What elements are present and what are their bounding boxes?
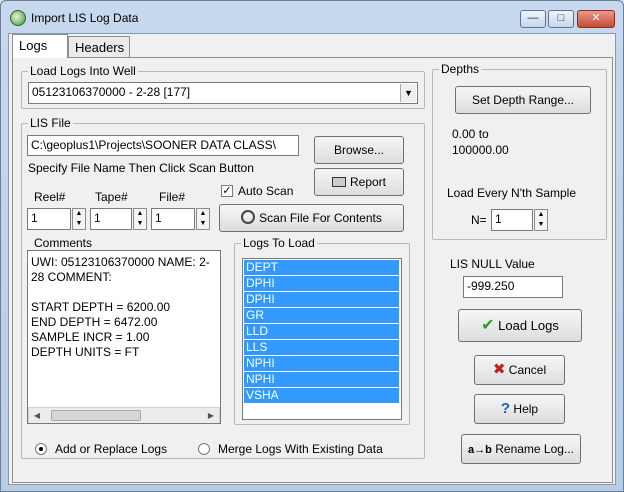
spin-down-icon[interactable]: ▼ xyxy=(535,220,547,230)
comment-line: END DEPTH = 6472.00 xyxy=(31,315,158,329)
app-icon xyxy=(10,10,26,26)
help-button[interactable]: ? Help xyxy=(474,394,565,424)
close-button[interactable]: ✕ xyxy=(577,10,615,28)
list-item[interactable]: DEPT xyxy=(243,259,400,276)
add-replace-label: Add or Replace Logs xyxy=(55,442,168,456)
comments-label: Comments xyxy=(34,236,93,250)
list-item[interactable]: LLS xyxy=(244,340,399,355)
list-item[interactable]: NPHI xyxy=(244,372,399,387)
chevron-down-icon[interactable]: ▼ xyxy=(400,84,416,102)
tab-headers[interactable]: Headers xyxy=(68,36,130,58)
lis-file-group: LIS File C:\geoplus1\Projects\SOONER DAT… xyxy=(21,116,425,459)
spin-down-icon[interactable]: ▼ xyxy=(134,219,146,229)
well-select[interactable]: 05123106370000 - 2-28 [177] xyxy=(28,82,418,104)
n-sample-input[interactable]: 1 xyxy=(491,209,533,231)
reel-input[interactable]: 1 xyxy=(27,208,71,230)
rename-log-button[interactable]: a→b Rename Log... xyxy=(461,434,581,464)
file-input[interactable]: 1 xyxy=(151,208,195,230)
spin-down-icon[interactable]: ▼ xyxy=(73,219,85,229)
rename-log-button-label: Rename Log... xyxy=(495,442,574,456)
help-button-label: Help xyxy=(513,402,539,416)
printer-icon xyxy=(331,177,346,187)
scan-icon xyxy=(241,210,256,224)
cancel-button-label: Cancel xyxy=(508,363,547,377)
null-value-label: LIS NULL Value xyxy=(450,257,535,271)
scan-file-button-label: Scan File For Contents xyxy=(259,211,382,225)
merge-radio[interactable] xyxy=(198,443,210,455)
reel-label: Reel# xyxy=(34,190,66,204)
list-item[interactable]: LLD xyxy=(244,324,399,339)
maximize-button[interactable]: □ xyxy=(548,10,574,28)
file-hint-text: Specify File Name Then Click Scan Button xyxy=(28,161,254,175)
minimize-button[interactable]: — xyxy=(520,10,546,28)
n-sample-spinner[interactable]: ▲ ▼ xyxy=(534,209,548,231)
question-icon: ? xyxy=(500,400,511,417)
horizontal-scrollbar[interactable]: ◀ ▶ xyxy=(28,407,220,423)
lis-file-path-input[interactable]: C:\geoplus1\Projects\SOONER DATA CLASS\ xyxy=(27,135,299,156)
logs-to-load-label: Logs To Load xyxy=(241,236,317,250)
scroll-left-icon[interactable]: ◀ xyxy=(29,408,45,423)
browse-button[interactable]: Browse... xyxy=(314,136,404,164)
depth-range-end: 100000.00 xyxy=(452,143,509,157)
file-label: File# xyxy=(159,190,186,204)
list-item[interactable]: VSHA xyxy=(244,388,399,403)
well-select-value: 05123106370000 - 2-28 [177] xyxy=(32,85,191,99)
spin-up-icon[interactable]: ▲ xyxy=(197,209,209,219)
reel-spinner[interactable]: ▲ ▼ xyxy=(72,208,86,230)
depth-range-start: 0.00 to xyxy=(452,127,489,141)
load-logs-button-label: Load Logs xyxy=(498,318,559,333)
report-button[interactable]: Report xyxy=(314,168,404,196)
list-item[interactable]: DPHI xyxy=(244,276,399,291)
comment-line: SAMPLE INCR = 1.00 xyxy=(31,330,150,344)
spin-up-icon[interactable]: ▲ xyxy=(134,209,146,219)
set-depth-range-button[interactable]: Set Depth Range... xyxy=(455,86,591,114)
scrollbar-thumb[interactable] xyxy=(51,410,141,421)
title-bar[interactable]: Import LIS Log Data — □ ✕ xyxy=(1,1,623,33)
checkmark-icon: ✔ xyxy=(481,317,495,334)
auto-scan-label: Auto Scan xyxy=(238,184,294,198)
load-logs-button[interactable]: ✔ Load Logs xyxy=(458,309,582,342)
x-icon: ✖ xyxy=(492,361,506,378)
scan-file-button[interactable]: Scan File For Contents xyxy=(219,204,404,232)
spin-up-icon[interactable]: ▲ xyxy=(73,209,85,219)
logs-list[interactable]: DEPT DPHI DPHI GR LLD LLS NPHI NPHI VSHA xyxy=(242,258,402,420)
load-into-well-group: Load Logs Into Well 05123106370000 - 2-2… xyxy=(21,64,425,109)
import-lis-dialog: Import LIS Log Data — □ ✕ Logs Headers L… xyxy=(0,0,624,492)
n-label: N= xyxy=(471,213,487,227)
logs-to-load-group: Logs To Load DEPT DPHI DPHI GR LLD LLS N… xyxy=(234,236,410,425)
comment-line: DEPTH UNITS = FT xyxy=(31,345,140,359)
tape-input[interactable]: 1 xyxy=(90,208,132,230)
window-title: Import LIS Log Data xyxy=(31,11,139,25)
comment-line: START DEPTH = 6200.00 xyxy=(31,300,171,314)
scroll-right-icon[interactable]: ▶ xyxy=(203,408,219,423)
tape-label: Tape# xyxy=(95,190,128,204)
depths-group: Depths Set Depth Range... 0.00 to 100000… xyxy=(432,62,607,240)
list-item[interactable]: NPHI xyxy=(244,356,399,371)
tab-logs[interactable]: Logs xyxy=(12,34,68,58)
merge-label: Merge Logs With Existing Data xyxy=(218,442,383,456)
dialog-client-area: Logs Headers Load Logs Into Well 0512310… xyxy=(8,33,616,485)
tape-spinner[interactable]: ▲ ▼ xyxy=(133,208,147,230)
add-replace-radio[interactable] xyxy=(35,443,47,455)
tab-panel-logs: Load Logs Into Well 05123106370000 - 2-2… xyxy=(12,57,613,483)
comment-line: 28 COMMENT: xyxy=(31,270,112,284)
report-button-label: Report xyxy=(349,175,387,189)
spin-up-icon[interactable]: ▲ xyxy=(535,210,547,220)
file-spinner[interactable]: ▲ ▼ xyxy=(196,208,210,230)
cancel-button[interactable]: ✖ Cancel xyxy=(474,355,565,385)
spin-down-icon[interactable]: ▼ xyxy=(197,219,209,229)
lis-file-label: LIS File xyxy=(28,116,73,130)
null-value-input[interactable]: -999.250 xyxy=(463,276,563,298)
list-item[interactable]: GR xyxy=(244,308,399,323)
comments-textarea[interactable]: UWI: 05123106370000 NAME: 2- 28 COMMENT:… xyxy=(27,250,221,424)
list-item[interactable]: DPHI xyxy=(244,292,399,307)
auto-scan-checkbox[interactable]: ✓ xyxy=(221,185,233,197)
comment-line: UWI: 05123106370000 NAME: 2- xyxy=(31,255,210,269)
nth-sample-label: Load Every N'th Sample xyxy=(447,186,577,200)
depths-label: Depths xyxy=(439,62,482,76)
rename-icon: a→b xyxy=(468,444,492,456)
load-into-well-label: Load Logs Into Well xyxy=(28,64,138,78)
